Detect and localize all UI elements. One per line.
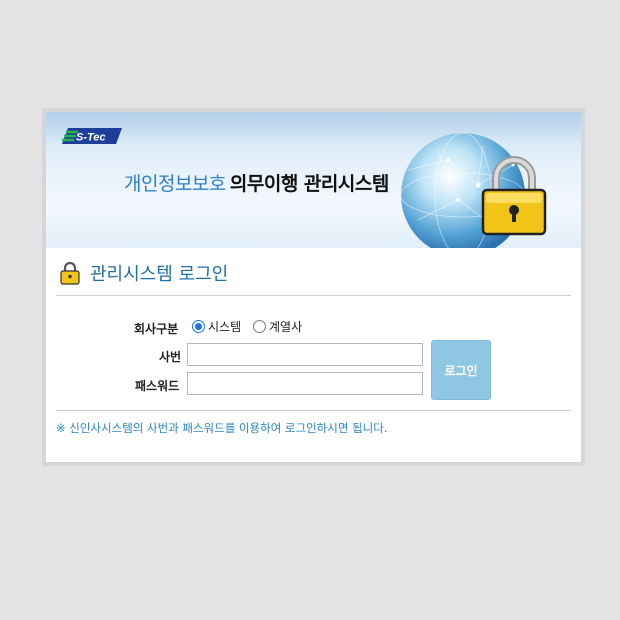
radio-affiliate-label[interactable]: 계열사 <box>269 318 302 335</box>
notice-text: ※ 신인사시스템의 사번과 패스워드를 이용하여 로그인하시면 됩니다. <box>56 421 388 435</box>
logo-text: S-Tec <box>76 132 106 144</box>
banner: S-Tec 개인정보보호 의무이행 관리시스템 <box>46 112 581 248</box>
banner-title-part1: 개인정보보호 <box>124 173 226 195</box>
password-label: 패스워드 <box>135 379 180 393</box>
radio-system-label[interactable]: 시스템 <box>208 318 241 335</box>
banner-title: 개인정보보호 의무이행 관리시스템 <box>124 169 389 196</box>
form-divider <box>56 410 571 411</box>
banner-title-part2: 의무이행 관리시스템 <box>229 173 389 195</box>
login-title: 관리시스템 로그인 <box>90 264 229 285</box>
id-label: 사번 <box>159 350 182 364</box>
login-button[interactable]: 로그인 <box>431 340 491 400</box>
login-panel-inner: S-Tec 개인정보보호 의무이행 관리시스템 관리시스템 로그인 회사구분 시… <box>46 112 581 462</box>
radio-system[interactable] <box>192 320 205 333</box>
login-panel: S-Tec 개인정보보호 의무이행 관리시스템 관리시스템 로그인 회사구분 시… <box>42 108 585 466</box>
title-divider <box>56 295 571 296</box>
stec-logo-icon: S-Tec <box>62 128 122 144</box>
password-input[interactable] <box>187 372 423 395</box>
id-input[interactable] <box>187 343 423 366</box>
radio-affiliate[interactable] <box>253 320 266 333</box>
company-label: 회사구분 <box>134 322 179 336</box>
small-padlock-icon <box>60 261 80 285</box>
padlock-icon <box>481 156 547 236</box>
